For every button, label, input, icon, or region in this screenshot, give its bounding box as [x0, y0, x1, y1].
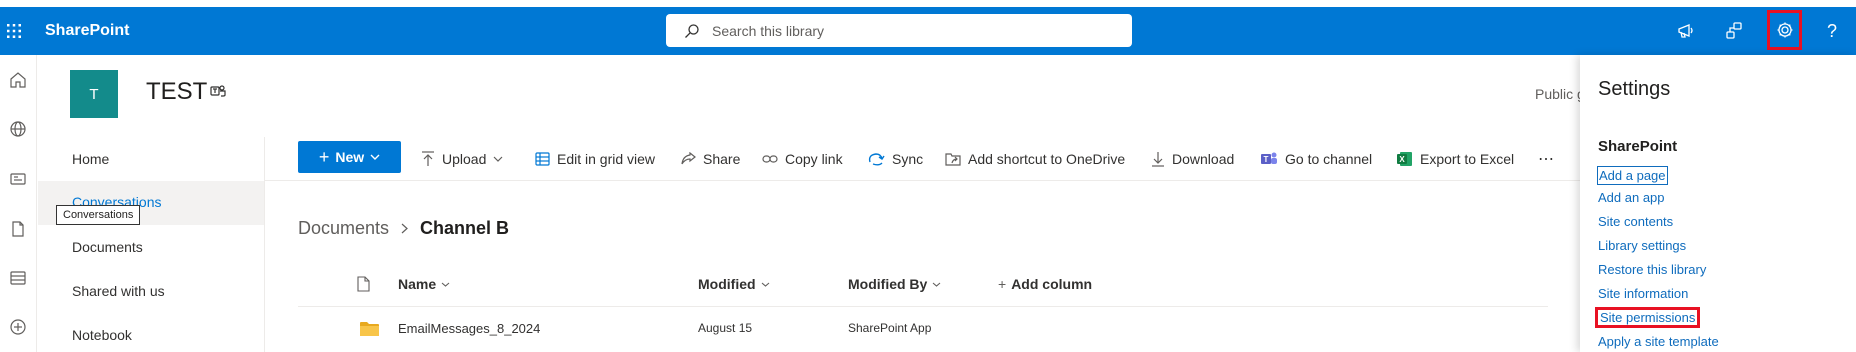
upload-icon: [422, 151, 434, 166]
grid-icon: [535, 152, 550, 166]
modified-column-header[interactable]: Modified: [698, 276, 770, 292]
modified-column-label: Modified: [698, 276, 756, 292]
export-excel-label: Export to Excel: [1420, 151, 1515, 167]
excel-icon: X: [1397, 152, 1412, 166]
restore-library-link[interactable]: Restore this library: [1598, 262, 1706, 277]
name-column-label: Name: [398, 276, 437, 292]
breadcrumb: Documents Channel B: [298, 218, 509, 239]
folder-icon: [360, 322, 379, 336]
teams-icon[interactable]: [210, 84, 226, 103]
copy-link-button[interactable]: Copy link: [762, 137, 843, 181]
chevron-down-icon: [493, 156, 503, 162]
gear-icon[interactable]: [1767, 10, 1802, 50]
megaphone-icon[interactable]: [1666, 7, 1706, 55]
share-label: Share: [703, 151, 741, 167]
site-title[interactable]: TEST: [146, 78, 207, 106]
file-modified: August 15: [698, 321, 753, 335]
app-name[interactable]: SharePoint: [45, 7, 129, 55]
new-button-label: New: [335, 149, 365, 165]
nav-tooltip: Conversations: [56, 205, 141, 225]
file-type-header[interactable]: [357, 276, 370, 292]
settings-section-title: SharePoint: [1598, 138, 1678, 155]
add-a-page-link[interactable]: Add a page: [1597, 166, 1668, 185]
download-button[interactable]: Download: [1151, 137, 1234, 181]
download-label: Download: [1172, 151, 1235, 167]
modified-by-column-label: Modified By: [848, 276, 928, 292]
chevron-right-icon: [401, 223, 408, 234]
upload-button[interactable]: Upload: [421, 137, 503, 181]
file-modified-by[interactable]: SharePoint App: [848, 321, 931, 335]
add-an-app-link[interactable]: Add an app: [1598, 190, 1665, 205]
copy-link-label: Copy link: [785, 151, 843, 167]
nav-item-notebook[interactable]: Notebook: [72, 327, 132, 343]
link-icon: [762, 155, 778, 163]
nav-item-documents[interactable]: Documents: [72, 239, 143, 255]
more-options-icon[interactable]: ⋯: [1538, 137, 1554, 181]
table-row[interactable]: EmailMessages_8_2024 August 15 SharePoin…: [298, 306, 1548, 352]
network-icon[interactable]: [1714, 7, 1754, 55]
chevron-down-icon: [441, 282, 450, 287]
svg-text:T: T: [1264, 155, 1269, 164]
file-icon: [357, 276, 370, 292]
new-button[interactable]: + New: [298, 141, 401, 173]
sync-button[interactable]: Sync: [867, 137, 923, 181]
apply-site-template-link[interactable]: Apply a site template: [1598, 334, 1719, 349]
edit-grid-button[interactable]: Edit in grid view: [535, 137, 655, 181]
shortcut-icon: [945, 153, 961, 166]
home-icon[interactable]: [4, 66, 32, 94]
nav-item-shared-with-us[interactable]: Shared with us: [72, 283, 165, 299]
settings-panel: Settings SharePoint Add a page Add an ap…: [1580, 55, 1856, 352]
list-icon[interactable]: [4, 264, 32, 292]
plus-icon: +: [318, 146, 330, 167]
search-placeholder: Search this library: [712, 22, 825, 39]
upload-label: Upload: [442, 151, 487, 167]
svg-text:X: X: [1399, 155, 1405, 164]
go-to-channel-label: Go to channel: [1285, 151, 1373, 167]
name-column-header[interactable]: Name: [398, 276, 450, 292]
chevron-down-icon: [761, 282, 769, 287]
add-shortcut-button[interactable]: Add shortcut to OneDrive: [945, 137, 1125, 181]
site-navigation: Home Conversations Documents Shared with…: [38, 137, 265, 352]
nav-item-home[interactable]: Home: [72, 151, 109, 167]
chevron-down-icon: [370, 154, 380, 160]
news-icon[interactable]: [4, 165, 32, 193]
go-to-channel-button[interactable]: T Go to channel: [1261, 137, 1372, 181]
library-settings-link[interactable]: Library settings: [1598, 238, 1686, 253]
edit-grid-label: Edit in grid view: [557, 151, 656, 167]
site-visibility: Public g: [1535, 86, 1580, 102]
site-logo[interactable]: T: [70, 70, 118, 118]
command-bar: + New Upload Edit in grid view Share Cop…: [265, 137, 1585, 181]
plus-icon: +: [998, 276, 1007, 292]
modified-by-column-header[interactable]: Modified By: [848, 276, 941, 292]
teams-icon: T: [1261, 152, 1277, 164]
download-icon: [1152, 152, 1164, 167]
sync-icon: [868, 153, 885, 166]
settings-title: Settings: [1598, 78, 1671, 100]
search-icon: [685, 23, 699, 38]
app-launcher-icon[interactable]: [0, 7, 28, 55]
site-information-link[interactable]: Site information: [1598, 286, 1688, 301]
file-icon[interactable]: [4, 215, 32, 243]
sync-label: Sync: [892, 151, 924, 167]
site-contents-link[interactable]: Site contents: [1598, 214, 1673, 229]
breadcrumb-root[interactable]: Documents: [298, 218, 389, 239]
app-rail: [0, 55, 37, 352]
share-icon: [681, 152, 696, 165]
export-excel-button[interactable]: X Export to Excel: [1397, 137, 1514, 181]
search-box[interactable]: Search this library: [666, 14, 1132, 47]
share-button[interactable]: Share: [681, 137, 740, 181]
suite-bar: SharePoint Search this library ?: [0, 7, 1856, 55]
chevron-down-icon: [932, 282, 941, 287]
add-column-header[interactable]: + Add column: [998, 276, 1092, 292]
add-column-label: Add column: [1011, 276, 1093, 292]
globe-icon[interactable]: [4, 115, 32, 143]
site-permissions-link[interactable]: Site permissions: [1595, 307, 1701, 328]
help-icon[interactable]: ?: [1812, 7, 1852, 55]
add-shortcut-label: Add shortcut to OneDrive: [968, 151, 1126, 167]
file-name[interactable]: EmailMessages_8_2024: [398, 321, 540, 336]
breadcrumb-current: Channel B: [420, 218, 510, 238]
add-circle-icon[interactable]: [4, 313, 32, 341]
